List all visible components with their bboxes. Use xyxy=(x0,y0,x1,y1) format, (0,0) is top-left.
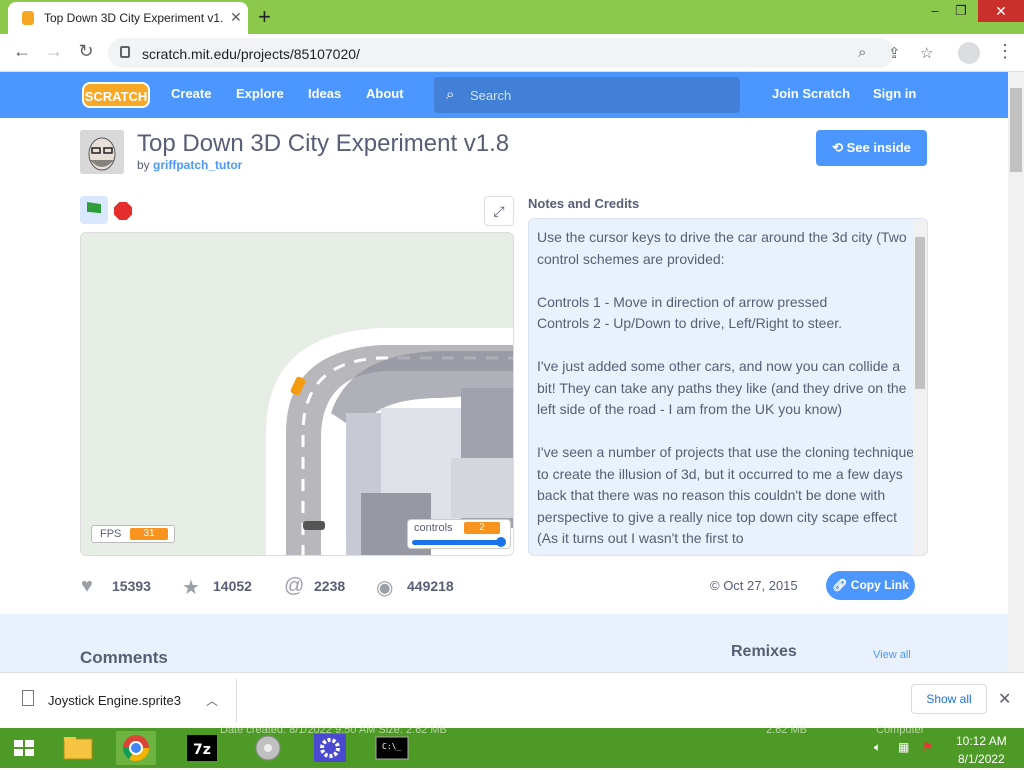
browser-tab[interactable]: Top Down 3D City Experiment v1.8 on Scra… xyxy=(8,2,248,34)
see-inside-button[interactable]: ⟲ See inside xyxy=(816,130,927,166)
action-center-icon[interactable]: ⚑ xyxy=(922,740,933,754)
project-byline: by griffpatch_tutor xyxy=(137,158,242,172)
nav-about[interactable]: About xyxy=(366,86,404,101)
file-icon xyxy=(22,690,34,706)
restore-button[interactable]: ❐ xyxy=(946,3,976,19)
join-scratch-link[interactable]: Join Scratch xyxy=(772,86,850,101)
controls-monitor: controls 2 xyxy=(407,519,511,549)
author-link[interactable]: griffpatch_tutor xyxy=(153,158,242,172)
tab-title: Top Down 3D City Experiment v1.8 on Scra… xyxy=(44,11,224,25)
search-input[interactable]: ⌕ Search xyxy=(434,77,740,113)
clock-date[interactable]: 8/1/2022 xyxy=(958,752,1005,766)
forward-arrow-icon[interactable]: → xyxy=(42,41,66,62)
copy-link-button[interactable]: 🔗︎ Copy Link xyxy=(826,571,915,600)
clock-time[interactable]: 10:12 AM xyxy=(956,734,1007,748)
svg-text:C:\_: C:\_ xyxy=(382,742,401,751)
search-placeholder: Search xyxy=(470,88,512,103)
chevron-up-icon[interactable]: ︿ xyxy=(206,692,218,709)
scratch-navbar: SCRATCH Create Explore Ideas About ⌕ Sea… xyxy=(0,72,1008,118)
notes-heading: Notes and Credits xyxy=(528,196,640,211)
search-icon: ⌕ xyxy=(446,86,455,103)
address-bar[interactable]: scratch.mit.edu/projects/85107020/ ⌕ ⇪ ☆ xyxy=(108,38,933,68)
views-count: 449218 xyxy=(407,578,454,594)
scratch-logo[interactable]: SCRATCH xyxy=(82,82,150,108)
taskbar-ghost-size: 2.62 MB xyxy=(766,724,807,736)
comments-heading: Comments xyxy=(80,648,168,667)
stop-button[interactable] xyxy=(114,202,132,220)
settings-gear-icon[interactable] xyxy=(310,731,350,765)
volume-icon[interactable]: 🔈︎ xyxy=(874,740,881,755)
close-icon[interactable]: ✕ xyxy=(998,689,1011,709)
remixes-heading: Remixes xyxy=(731,643,797,660)
url-text: scratch.mit.edu/projects/85107020/ xyxy=(142,46,360,62)
author-face-icon xyxy=(80,130,124,174)
remix-icon: @ xyxy=(284,575,305,597)
svg-text:7z: 7z xyxy=(193,742,211,758)
notes-text: Use the cursor keys to drive the car aro… xyxy=(537,229,915,546)
fps-label: FPS xyxy=(100,528,122,540)
lock-icon xyxy=(120,46,130,58)
controls-slider[interactable] xyxy=(412,540,504,545)
notes-panel: Use the cursor keys to drive the car aro… xyxy=(528,218,928,556)
project-date: © Oct 27, 2015 xyxy=(710,578,798,593)
project-title: Top Down 3D City Experiment v1.8 xyxy=(137,130,510,157)
fps-value: 31 xyxy=(130,528,168,540)
network-icon[interactable]: ▦ xyxy=(898,740,909,754)
project-stage[interactable]: FPS 31 controls 2 xyxy=(80,232,514,556)
window-close-button[interactable]: ✕ xyxy=(978,0,1024,22)
start-button[interactable] xyxy=(4,731,44,765)
browser-menu-icon[interactable]: ⋮ xyxy=(996,41,1014,62)
reload-icon[interactable]: ↻ xyxy=(74,41,98,62)
taskbar-ghost-computer: Computer xyxy=(876,724,925,736)
show-all-button[interactable]: Show all xyxy=(911,684,987,714)
zoom-icon[interactable]: ⌕ xyxy=(858,44,866,61)
browser-toolbar: ← → ↻ scratch.mit.edu/projects/85107020/… xyxy=(0,34,1024,72)
eye-icon: ◉ xyxy=(376,577,394,599)
7zip-icon[interactable]: 7z xyxy=(182,731,222,765)
nav-create[interactable]: Create xyxy=(171,86,211,101)
other-car xyxy=(303,521,325,530)
back-arrow-icon[interactable]: ← xyxy=(10,41,34,62)
view-all-link[interactable]: View all xyxy=(873,649,911,661)
remix-count: 2238 xyxy=(314,578,346,594)
scratch-favicon-icon xyxy=(22,11,34,25)
nav-explore[interactable]: Explore xyxy=(236,86,284,101)
media-player-icon[interactable] xyxy=(248,731,288,765)
terminal-icon[interactable]: C:\_ xyxy=(372,731,412,765)
fps-monitor: FPS 31 xyxy=(91,525,175,543)
controls-slider-knob[interactable] xyxy=(496,537,506,547)
browser-tab-bar: Top Down 3D City Experiment v1.8 on Scra… xyxy=(0,0,1024,34)
star-icon[interactable]: ★ xyxy=(182,575,200,600)
page-scrollbar-thumb[interactable] xyxy=(1010,88,1022,172)
loves-count: 15393 xyxy=(112,578,151,594)
controls-value: 2 xyxy=(464,522,500,534)
file-explorer-icon[interactable] xyxy=(58,731,98,765)
profile-avatar-icon[interactable] xyxy=(958,42,980,64)
author-avatar[interactable] xyxy=(80,130,124,174)
chrome-icon[interactable] xyxy=(116,731,156,765)
controls-label: controls xyxy=(414,522,453,534)
download-filename[interactable]: Joystick Engine.sprite3 xyxy=(48,693,181,708)
fullscreen-icon[interactable]: ⤢ xyxy=(484,196,514,226)
see-inside-label: See inside xyxy=(846,140,911,155)
city-scene xyxy=(81,233,513,555)
new-tab-button[interactable]: + xyxy=(258,4,271,30)
nav-ideas[interactable]: Ideas xyxy=(308,86,341,101)
green-flag-icon xyxy=(87,202,101,214)
share-icon[interactable]: ⇪ xyxy=(888,44,901,62)
bookmark-star-icon[interactable]: ☆ xyxy=(920,44,933,62)
heart-icon[interactable]: ♥ xyxy=(81,575,93,598)
link-icon: 🔗︎ xyxy=(832,578,851,592)
favorites-count: 14052 xyxy=(213,578,252,594)
by-label: by xyxy=(137,158,154,172)
green-flag-button[interactable] xyxy=(80,196,108,224)
download-divider xyxy=(236,678,237,722)
copy-link-label: Copy Link xyxy=(850,578,909,592)
sign-in-link[interactable]: Sign in xyxy=(873,86,916,101)
tab-close-icon[interactable]: ✕ xyxy=(230,9,242,26)
notes-scrollbar-thumb[interactable] xyxy=(915,237,925,389)
see-inside-icon: ⟲ xyxy=(832,140,847,155)
